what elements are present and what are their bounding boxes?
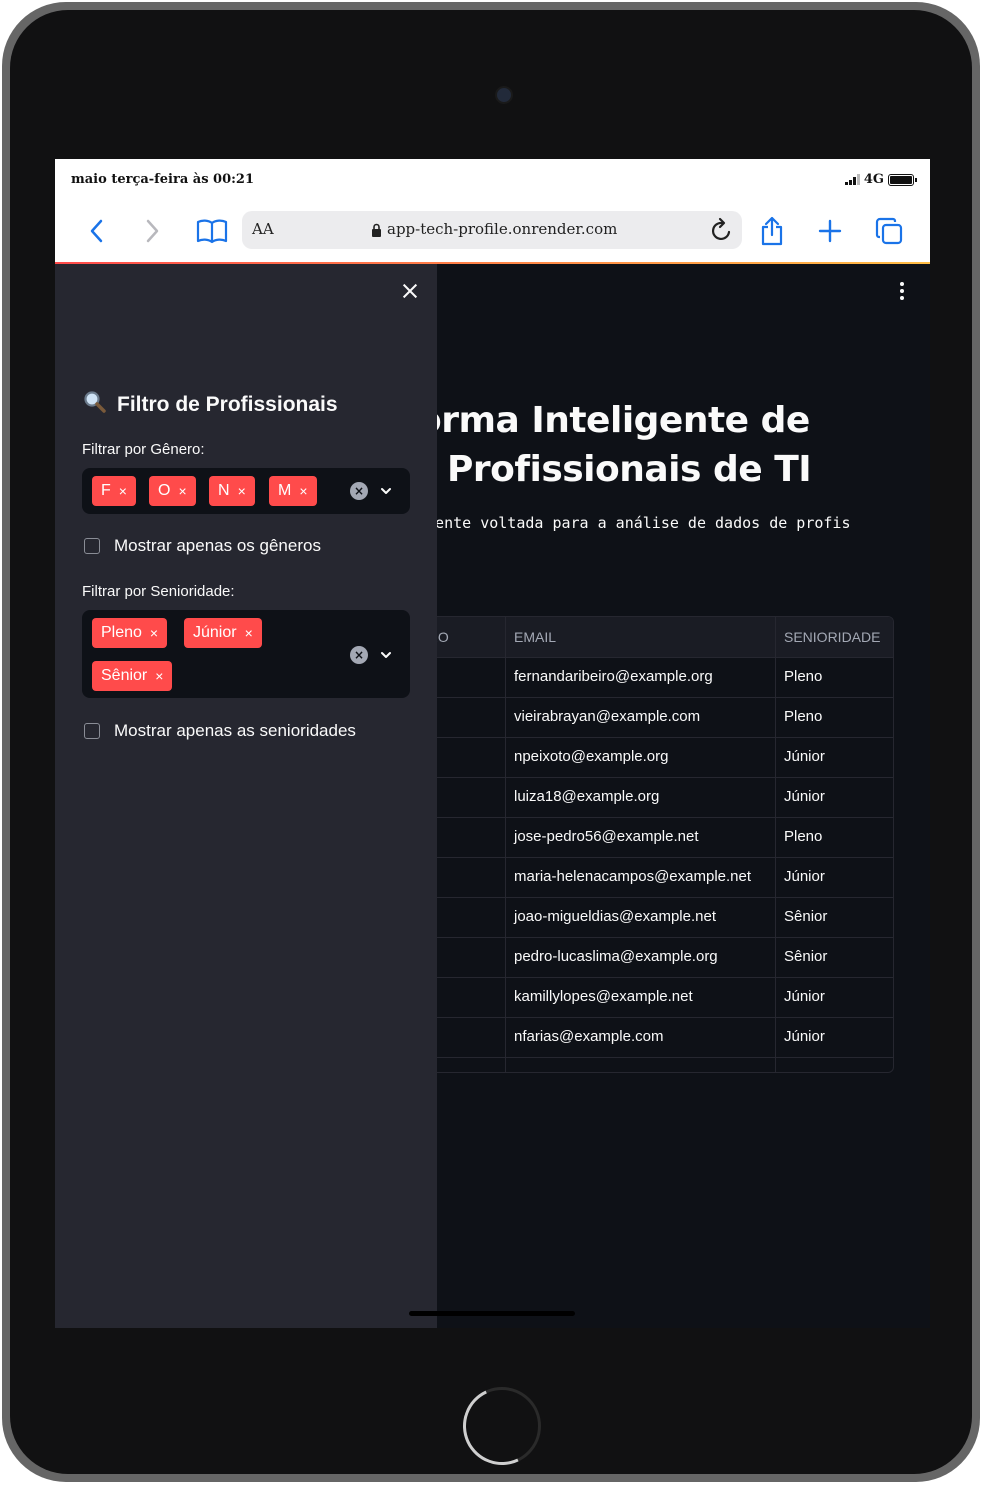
status-datetime: maio terça-feira às 00:21 (71, 172, 255, 187)
remove-tag-icon[interactable]: × (119, 483, 127, 499)
email-cell: nfarias@example.com (514, 1028, 664, 1045)
reader-button[interactable]: AA (252, 220, 274, 238)
page-subtitle: igente voltada para a análise de dados d… (417, 514, 851, 532)
tabs-icon[interactable] (871, 213, 907, 249)
senioridade-tag-senior[interactable]: Sênior × (92, 661, 173, 691)
status-bar: maio terça-feira às 00:21 4G (55, 159, 930, 201)
url-text: app-tech-profile.onrender.com (387, 220, 618, 238)
chevron-down-icon[interactable] (379, 483, 393, 502)
magnifier-icon (83, 390, 107, 420)
remove-tag-icon[interactable]: × (178, 483, 186, 499)
table-row[interactable]: luiza18@example.org Júnior (391, 777, 893, 818)
senioridade-cell: Pleno (784, 828, 823, 845)
table-row[interactable]: pedro-lucaslima@example.org Sênior (391, 937, 893, 978)
table-row[interactable]: joao-migueldias@example.net Sênior (391, 897, 893, 938)
remove-tag-icon[interactable]: × (150, 625, 158, 641)
address-bar[interactable]: AA app-tech-profile.onrender.com (242, 211, 742, 249)
senioridade-cell: Sênior (784, 948, 828, 965)
email-cell: pedro-lucaslima@example.org (514, 948, 718, 965)
back-icon[interactable] (78, 213, 114, 249)
email-cell: kamillylopes@example.net (514, 988, 693, 1005)
status-indicators: 4G (844, 172, 917, 187)
new-tab-icon[interactable] (812, 213, 848, 249)
senioridade-tag-junior[interactable]: Júnior × (184, 618, 262, 648)
home-button[interactable] (463, 1387, 541, 1465)
remove-tag-icon[interactable]: × (245, 625, 253, 641)
professionals-table[interactable]: ENERO EMAIL SENIORIDADE fernandaribeiro@… (390, 616, 894, 1073)
genero-tag-n[interactable]: N × (209, 476, 255, 506)
table-row[interactable]: jose-pedro56@example.net Pleno (391, 817, 893, 858)
clear-genero-icon[interactable]: × (350, 482, 368, 500)
table-row[interactable]: maria-helenacampos@example.net Júnior (391, 857, 893, 898)
forward-icon[interactable] (135, 213, 171, 249)
reload-icon[interactable] (710, 217, 734, 247)
home-indicator (409, 1311, 575, 1316)
column-divider (775, 617, 776, 1072)
main-menu-icon[interactable] (900, 282, 906, 303)
genero-multiselect[interactable]: F × O × N × M × × (82, 468, 410, 514)
table-row[interactable]: npeixoto@example.org Júnior (391, 737, 893, 778)
sidebar-title: Filtro de Profissionais (83, 390, 338, 420)
senioridade-only-label[interactable]: Mostrar apenas as senioridades (114, 721, 356, 741)
browser-toolbar: AA app-tech-profile.onrender.com (55, 201, 930, 263)
column-header-senioridade[interactable]: SENIORIDADE (784, 629, 880, 645)
front-camera (495, 86, 513, 104)
senioridade-cell: Júnior (784, 1028, 825, 1045)
clear-senioridade-icon[interactable]: × (350, 646, 368, 664)
remove-tag-icon[interactable]: × (238, 483, 246, 499)
senioridade-cell: Pleno (784, 668, 823, 685)
genero-filter-label: Filtrar por Gênero: (82, 441, 205, 458)
senioridade-cell: Júnior (784, 788, 825, 805)
senioridade-cell: Júnior (784, 988, 825, 1005)
senioridade-cell: Sênior (784, 908, 828, 925)
column-header-email[interactable]: EMAIL (514, 629, 556, 645)
close-sidebar-icon[interactable] (401, 282, 419, 300)
genero-only-label[interactable]: Mostrar apenas os gêneros (114, 536, 321, 556)
remove-tag-icon[interactable]: × (299, 483, 307, 499)
page-title-line-1: orma Inteligente de (417, 400, 810, 441)
email-cell: jose-pedro56@example.net (514, 828, 699, 845)
page-title-line-2: e Profissionais de TI (411, 449, 812, 490)
sidebar-title-text: Filtro de Profissionais (117, 393, 338, 416)
screen: maio terça-feira às 00:21 4G AA app-tech… (55, 159, 930, 1328)
senioridade-filter-label: Filtrar por Senioridade: (82, 583, 235, 600)
lock-icon (371, 222, 382, 241)
senioridade-only-checkbox[interactable] (84, 723, 100, 739)
bookmarks-icon[interactable] (194, 213, 230, 249)
email-cell: luiza18@example.org (514, 788, 660, 805)
column-divider (505, 617, 506, 1072)
table-header: ENERO EMAIL SENIORIDADE (391, 617, 893, 658)
remove-tag-icon[interactable]: × (155, 668, 163, 684)
email-cell: fernandaribeiro@example.org (514, 668, 713, 685)
genero-tag-m[interactable]: M × (269, 476, 317, 506)
table-row[interactable]: kamillylopes@example.net Júnior (391, 977, 893, 1018)
senioridade-multiselect[interactable]: Pleno × Júnior × Sênior × × (82, 610, 410, 698)
email-cell: vieirabrayan@example.com (514, 708, 701, 725)
table-row[interactable]: fernandaribeiro@example.org Pleno (391, 657, 893, 698)
senioridade-cell: Júnior (784, 748, 825, 765)
table-row[interactable]: nfarias@example.com Júnior (391, 1017, 893, 1058)
chevron-down-icon[interactable] (379, 647, 393, 666)
email-cell: maria-helenacampos@example.net (514, 868, 752, 885)
email-cell: npeixoto@example.org (514, 748, 669, 765)
genero-tag-f[interactable]: F × (92, 476, 136, 506)
page-title: orma Inteligente de e Profissionais de T… (411, 396, 812, 494)
genero-only-checkbox[interactable] (84, 538, 100, 554)
senioridade-tag-pleno[interactable]: Pleno × (92, 618, 168, 648)
share-icon[interactable] (754, 213, 790, 249)
signal-icon (844, 174, 860, 185)
battery-icon (888, 173, 917, 186)
senioridade-cell: Júnior (784, 868, 825, 885)
email-cell: joao-migueldias@example.net (514, 908, 717, 925)
sidebar: Filtro de Profissionais Filtrar por Gêne… (55, 264, 437, 1328)
table-row[interactable]: vieirabrayan@example.com Pleno (391, 697, 893, 738)
genero-tag-o[interactable]: O × (149, 476, 196, 506)
senioridade-cell: Pleno (784, 708, 823, 725)
network-type: 4G (863, 172, 884, 187)
